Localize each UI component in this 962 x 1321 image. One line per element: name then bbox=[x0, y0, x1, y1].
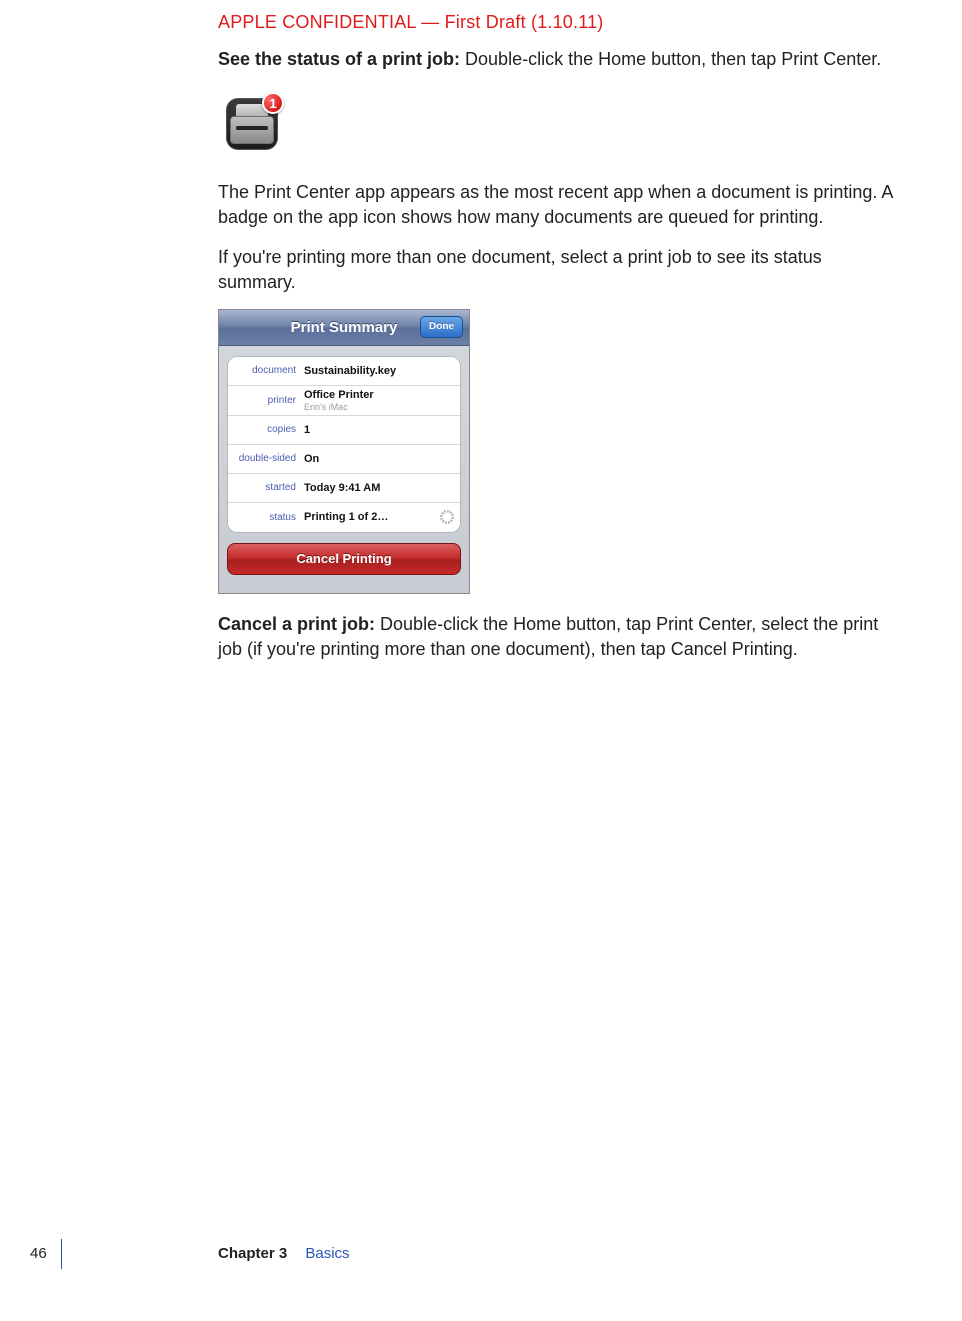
see-status-lead: See the status of a print job: bbox=[218, 49, 460, 69]
value-document: Sustainability.key bbox=[304, 365, 454, 377]
summary-list: document Sustainability.key printer Offi… bbox=[227, 356, 461, 533]
printer-slot-icon bbox=[236, 126, 268, 130]
row-printer: printer Office Printer Erin's iMac bbox=[228, 386, 460, 416]
chapter-number: Chapter 3 bbox=[218, 1245, 287, 1262]
label-doublesided: double-sided bbox=[234, 453, 304, 464]
panel-title: Print Summary bbox=[291, 319, 398, 336]
spinner-icon bbox=[440, 510, 454, 524]
row-doublesided: double-sided On bbox=[228, 445, 460, 474]
cancel-job-para: Cancel a print job: Double-click the Hom… bbox=[218, 612, 902, 662]
value-printer-sub: Erin's iMac bbox=[304, 402, 454, 412]
value-started: Today 9:41 AM bbox=[304, 482, 454, 494]
badge-count: 1 bbox=[262, 92, 284, 114]
value-printer-name: Office Printer bbox=[304, 389, 374, 401]
value-doublesided: On bbox=[304, 453, 454, 465]
row-started: started Today 9:41 AM bbox=[228, 474, 460, 503]
see-status-para: See the status of a print job: Double-cl… bbox=[218, 47, 902, 72]
row-status: status Printing 1 of 2… bbox=[228, 503, 460, 532]
confidential-header: APPLE CONFIDENTIAL — First Draft (1.10.1… bbox=[218, 12, 902, 33]
label-status: status bbox=[234, 512, 304, 523]
value-status: Printing 1 of 2… bbox=[304, 511, 440, 523]
chapter-info: Chapter 3 Basics bbox=[218, 1245, 350, 1262]
cancel-printing-label: Cancel Printing bbox=[296, 551, 391, 566]
label-printer: printer bbox=[234, 395, 304, 406]
label-document: document bbox=[234, 365, 304, 376]
label-copies: copies bbox=[234, 424, 304, 435]
value-printer: Office Printer Erin's iMac bbox=[304, 389, 454, 412]
print-center-app-icon: 1 bbox=[218, 90, 286, 158]
page-footer: 46 Chapter 3 Basics bbox=[0, 1243, 962, 1267]
see-status-body: Double-click the Home button, then tap P… bbox=[460, 49, 881, 69]
footer-divider bbox=[61, 1239, 62, 1269]
para-app-appears: The Print Center app appears as the most… bbox=[218, 180, 902, 230]
cancel-printing-button[interactable]: Cancel Printing bbox=[227, 543, 461, 575]
cancel-lead: Cancel a print job: bbox=[218, 614, 375, 634]
done-button-label: Done bbox=[429, 321, 454, 332]
panel-titlebar: Print Summary Done bbox=[219, 310, 469, 346]
chapter-title: Basics bbox=[305, 1245, 349, 1262]
page: APPLE CONFIDENTIAL — First Draft (1.10.1… bbox=[0, 0, 962, 1321]
print-summary-panel: Print Summary Done document Sustainabili… bbox=[218, 309, 470, 594]
value-copies: 1 bbox=[304, 424, 454, 436]
para-if-more: If you're printing more than one documen… bbox=[218, 245, 902, 295]
label-started: started bbox=[234, 482, 304, 493]
page-number: 46 bbox=[30, 1245, 47, 1262]
done-button[interactable]: Done bbox=[420, 316, 463, 338]
row-copies: copies 1 bbox=[228, 416, 460, 445]
row-document: document Sustainability.key bbox=[228, 357, 460, 386]
print-center-icon-wrap: 1 bbox=[218, 90, 902, 158]
printer-body-icon bbox=[230, 116, 274, 144]
